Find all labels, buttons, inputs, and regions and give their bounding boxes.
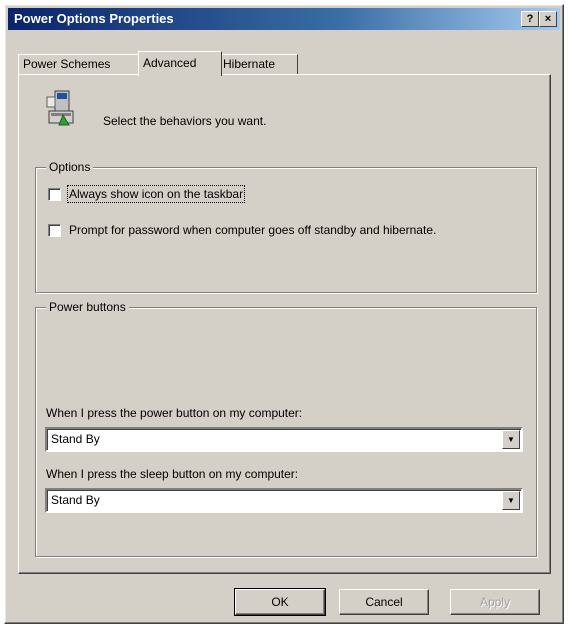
chevron-down-icon[interactable]: ▼ [502, 491, 520, 510]
sleep-button-value: Stand By [51, 493, 100, 507]
tab-advanced[interactable]: Advanced [138, 51, 222, 76]
prompt-password-label[interactable]: Prompt for password when computer goes o… [69, 223, 436, 237]
prompt-password-checkbox-row[interactable]: Prompt for password when computer goes o… [48, 223, 436, 237]
power-buttons-group: Power buttons When I press the power but… [35, 300, 537, 557]
close-button[interactable]: × [539, 11, 557, 27]
tab-label: Hibernate [223, 57, 276, 71]
sleep-button-select[interactable]: Stand By ▼ [45, 488, 523, 513]
sleep-button-label: When I press the sleep button on my comp… [46, 467, 299, 481]
help-button[interactable]: ? [521, 11, 539, 27]
options-group: Options Always show icon on the taskbar … [35, 160, 537, 293]
computer-power-icon [43, 89, 83, 129]
show-icon-checkbox-row[interactable]: Always show icon on the taskbar [48, 185, 246, 203]
show-icon-checkbox[interactable] [48, 187, 61, 201]
intro-text: Select the behaviors you want. [103, 114, 267, 128]
power-button-select[interactable]: Stand By ▼ [45, 427, 523, 452]
cancel-button[interactable]: Cancel [339, 589, 429, 615]
power-button-value: Stand By [51, 432, 100, 446]
prompt-password-checkbox[interactable] [48, 223, 61, 237]
power-buttons-legend: Power buttons [46, 300, 129, 314]
power-button-label: When I press the power button on my comp… [46, 406, 303, 420]
show-icon-label[interactable]: Always show icon on the taskbar [66, 185, 246, 203]
power-options-dialog: Power Options Properties ? × Power Schem… [4, 4, 564, 624]
apply-button[interactable]: Apply [450, 589, 540, 615]
tab-power-schemes[interactable]: Power Schemes [18, 54, 141, 75]
tab-label: Advanced [143, 56, 197, 70]
advanced-tab-panel: Select the behaviors you want. Options A… [18, 74, 551, 574]
ok-button[interactable]: OK [234, 588, 326, 616]
options-legend: Options [46, 160, 94, 174]
title-bar[interactable]: Power Options Properties ? × [8, 8, 560, 30]
tab-hibernate[interactable]: Hibernate [218, 54, 298, 75]
window-title: Power Options Properties [14, 11, 174, 26]
chevron-down-icon[interactable]: ▼ [502, 430, 520, 449]
tab-label: Power Schemes [23, 57, 111, 71]
